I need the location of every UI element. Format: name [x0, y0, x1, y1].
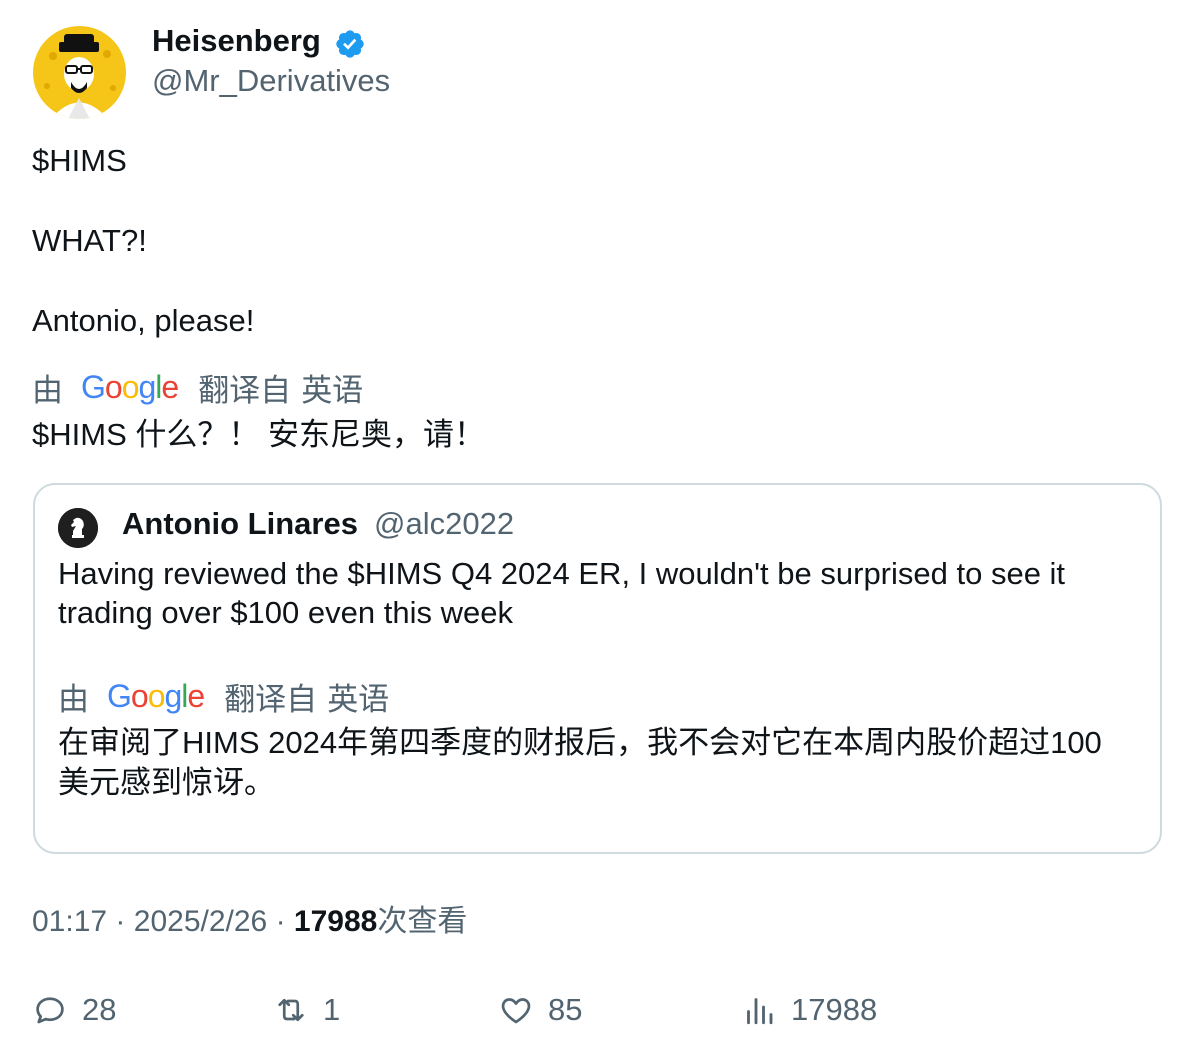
- author-display-name[interactable]: Heisenberg: [152, 22, 321, 60]
- tweet-time[interactable]: 01:17: [32, 905, 107, 938]
- views-button[interactable]: 17988: [741, 990, 877, 1030]
- view-count: 17988: [293, 905, 378, 938]
- translated-from-label: 翻译自: [198, 372, 292, 408]
- reply-count: 28: [82, 992, 117, 1027]
- quoted-translation-attribution: 由 Google 翻译自 英语: [58, 676, 390, 717]
- like-button[interactable]: 85: [498, 990, 582, 1030]
- translated-by-label: 由: [32, 372, 63, 408]
- author-avatar[interactable]: [33, 26, 126, 119]
- tweet-text-line: WHAT?!: [32, 223, 147, 258]
- google-logo: Google: [107, 677, 205, 714]
- heart-icon: [501, 998, 531, 1024]
- retweet-count: 1: [323, 992, 341, 1027]
- views-label: 次查看: [377, 905, 468, 938]
- verified-badge-icon: [334, 28, 366, 60]
- meta-separator: ·: [115, 905, 126, 938]
- translated-by-label: 由: [58, 681, 89, 717]
- quoted-tweet-text-line: trading over $100 even this week: [58, 595, 513, 630]
- translation-attribution: 由 Google 翻译自 英语: [32, 367, 364, 408]
- author-handle[interactable]: @Mr_Derivatives: [152, 62, 390, 100]
- quoted-author-handle[interactable]: @alc2022: [374, 505, 514, 543]
- quoted-translated-text-line: 在审阅了HIMS 2024年第四季度的财报后，我不会对它在本周内股价超过100: [58, 725, 1102, 760]
- reply-button[interactable]: 28: [32, 990, 116, 1030]
- source-language: 英语: [301, 372, 364, 408]
- translated-tweet-text: $HIMS 什么？！ 安东尼奥，请！: [32, 417, 485, 452]
- translated-from-label: 翻译自: [224, 681, 318, 717]
- heisenberg-avatar-icon: [33, 26, 126, 119]
- meta-separator: ·: [275, 905, 286, 938]
- quoted-tweet-text-line: Having reviewed the $HIMS Q4 2024 ER, I …: [58, 556, 1066, 591]
- google-logo: Google: [81, 368, 179, 405]
- tweet-date[interactable]: 2025/2/26: [134, 905, 267, 938]
- quoted-author-name[interactable]: Antonio Linares: [122, 505, 358, 543]
- quoted-translated-text-line: 美元感到惊讶。: [58, 765, 275, 800]
- views-count: 17988: [791, 992, 878, 1027]
- tweet-text-line: Antonio, please!: [32, 303, 255, 338]
- reply-icon: [36, 997, 64, 1024]
- like-count: 85: [548, 992, 583, 1027]
- retweet-icon: [278, 998, 304, 1022]
- tweet-meta: 01:17 · 2025/2/26 · 17988次查看: [32, 903, 467, 941]
- knight-logo-icon: [58, 508, 98, 548]
- source-language: 英语: [327, 681, 390, 717]
- retweet-button[interactable]: 1: [273, 990, 340, 1030]
- tweet-text-line: $HIMS: [32, 143, 127, 178]
- analytics-icon: [747, 998, 773, 1025]
- quoted-author-avatar[interactable]: [58, 508, 98, 548]
